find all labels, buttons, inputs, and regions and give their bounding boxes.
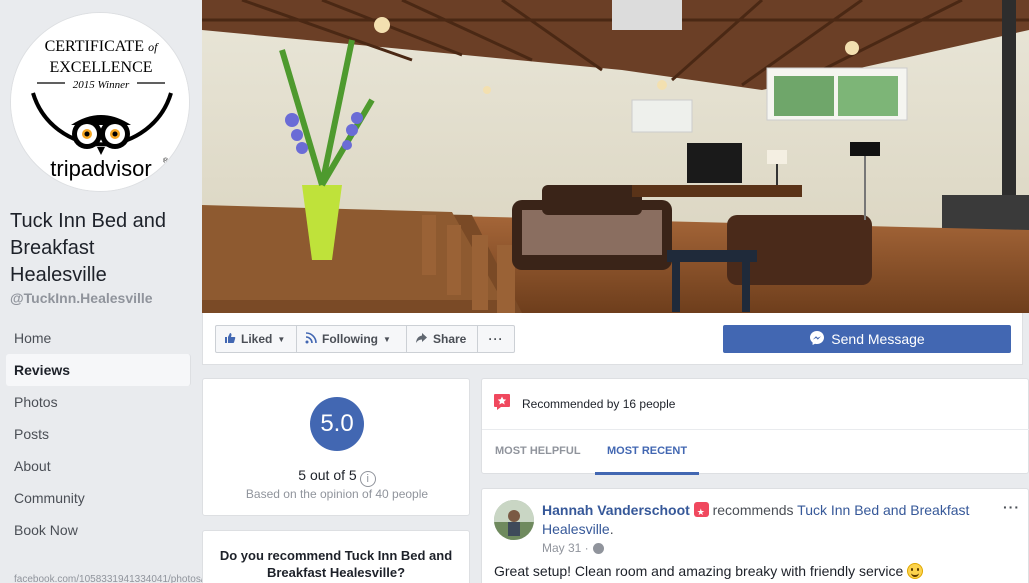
following-label: Following [322, 332, 378, 346]
liked-label: Liked [241, 332, 273, 346]
review-period: . [609, 521, 614, 537]
globe-icon [592, 542, 604, 554]
thumbs-up-icon [224, 332, 236, 347]
recommendation-icon [494, 394, 510, 410]
certificate-year: 2015 Winner [73, 79, 130, 91]
review-text: Great setup! Clean room and amazing brea… [494, 563, 924, 579]
nav-item-about[interactable]: About [6, 450, 191, 482]
share-arrow-icon [415, 332, 428, 347]
rating-based-on: Based on the opinion of 40 people [245, 487, 429, 501]
recommendation-badge-icon [693, 502, 709, 522]
review-author[interactable]: Hannah Vanderschoot [542, 502, 690, 518]
cover-photo[interactable] [202, 0, 1029, 313]
nav-item-book-now[interactable]: Book Now [6, 514, 191, 546]
review-header: Hannah Vanderschoot recommends Tuck Inn … [542, 501, 992, 539]
rating-summary-card: 5.0 5 out of 5i Based on the opinion of … [202, 378, 470, 516]
review-verb: recommends [712, 502, 794, 518]
nav-item-photos[interactable]: Photos [6, 386, 191, 418]
nav-item-home[interactable]: Home [6, 322, 191, 354]
certificate-line2: EXCELLENCE [49, 59, 152, 76]
review-post: Hannah Vanderschoot recommends Tuck Inn … [481, 488, 1029, 583]
page-handle[interactable]: @TuckInn.Healesville [10, 290, 153, 306]
rating-out-of: 5 out of 5i [203, 467, 471, 487]
recommend-prompt-card: Do you recommend Tuck Inn Bed and Breakf… [202, 530, 470, 583]
info-icon[interactable]: i [359, 471, 376, 487]
review-date-text: May 31 · [542, 541, 589, 555]
page-title[interactable]: Tuck Inn Bed and Breakfast Healesville [10, 208, 195, 289]
post-options-button[interactable]: ··· [1003, 499, 1020, 515]
nav-item-posts[interactable]: Posts [6, 418, 191, 450]
page-navigation: Home Reviews Photos Posts About Communit… [6, 322, 191, 546]
share-label: Share [433, 332, 467, 346]
following-button[interactable]: Following ▼ [296, 325, 407, 353]
tripadvisor-wordmark: tripadvisor [50, 156, 151, 181]
left-column: CERTIFICATE of EXCELLENCE 2015 Winner tr… [0, 0, 287, 583]
more-options-button[interactable]: ··· [477, 325, 515, 353]
tripadvisor-certificate-logo: CERTIFICATE of EXCELLENCE 2015 Winner tr… [11, 13, 189, 191]
send-message-label: Send Message [831, 331, 925, 347]
liked-button[interactable]: Liked ▼ [215, 325, 297, 353]
rating-out-of-text: 5 out of 5 [298, 467, 357, 483]
profile-picture[interactable]: CERTIFICATE of EXCELLENCE 2015 Winner tr… [10, 12, 190, 192]
recommend-question: Do you recommend Tuck Inn Bed and Breakf… [219, 548, 453, 580]
avatar[interactable] [494, 500, 534, 540]
messenger-icon [809, 330, 825, 349]
certificate-line1: CERTIFICATE of [45, 38, 159, 55]
send-message-button[interactable]: Send Message [723, 325, 1011, 353]
nav-item-reviews[interactable]: Reviews [6, 354, 191, 386]
rss-icon [305, 331, 317, 347]
recommended-by-count: Recommended by 16 people [522, 397, 676, 411]
caret-down-icon: ▼ [383, 334, 391, 344]
reviews-header-card: Recommended by 16 people MOST HELPFUL MO… [481, 378, 1029, 475]
rating-score: 5.0 [310, 397, 364, 451]
review-body: Great setup! Clean room and amazing brea… [494, 563, 904, 579]
review-date[interactable]: May 31 · [542, 541, 604, 555]
registered-mark: ® [163, 157, 169, 165]
share-button[interactable]: Share [406, 325, 478, 353]
nav-item-community[interactable]: Community [6, 482, 191, 514]
cover-photo-image [202, 0, 1029, 313]
smiley-emoji-icon [907, 563, 924, 579]
page-action-bar: Liked ▼ Following ▼ Share ··· Send Messa… [202, 313, 1023, 365]
tab-most-helpful[interactable]: MOST HELPFUL [483, 430, 593, 475]
tab-most-recent[interactable]: MOST RECENT [595, 430, 700, 475]
caret-down-icon: ▼ [277, 334, 286, 344]
